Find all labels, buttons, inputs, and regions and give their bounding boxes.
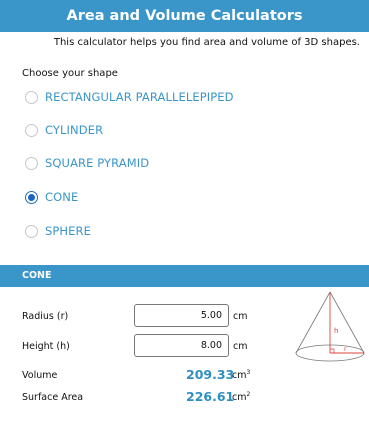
cone-diagram: h r bbox=[295, 291, 365, 362]
shape-option-sphere[interactable]: SPHERE bbox=[25, 221, 91, 241]
shape-option-cylinder[interactable]: CYLINDER bbox=[25, 120, 103, 140]
height-unit: cm bbox=[233, 341, 248, 352]
radio-rectangular-parallelepiped[interactable] bbox=[25, 90, 38, 104]
volume-unit: cm3 bbox=[232, 369, 251, 382]
shape-option-cone[interactable]: CONE bbox=[25, 187, 78, 207]
page-subtitle: This calculator helps you find area and … bbox=[53, 37, 360, 48]
cone-height-marker: h bbox=[334, 327, 338, 335]
height-label: Height (h) bbox=[22, 341, 70, 352]
shape-option-label: RECTANGULAR PARALLELEPIPED bbox=[45, 90, 234, 104]
shape-option-label: SQUARE PYRAMID bbox=[45, 156, 150, 170]
radio-square-pyramid[interactable] bbox=[25, 156, 38, 170]
right-angle-marker bbox=[330, 348, 335, 353]
height-input[interactable] bbox=[134, 334, 229, 357]
section-header-cone: CONE bbox=[0, 265, 369, 287]
volume-value: 209.33 bbox=[186, 367, 235, 382]
radio-sphere[interactable] bbox=[25, 224, 38, 238]
volume-label: Volume bbox=[22, 370, 58, 381]
radius-input[interactable] bbox=[134, 304, 229, 327]
radius-label: Radius (r) bbox=[22, 311, 69, 322]
surface-area-label: Surface Area bbox=[22, 392, 84, 403]
radio-cone[interactable] bbox=[25, 190, 38, 204]
shape-option-label: SPHERE bbox=[45, 224, 92, 238]
surface-area-value: 226.61 bbox=[186, 389, 235, 404]
choose-shape-label: Choose your shape bbox=[22, 68, 118, 79]
shape-option-rectangular-parallelepiped[interactable]: RECTANGULAR PARALLELEPIPED bbox=[25, 87, 234, 107]
surface-area-unit: cm2 bbox=[232, 391, 251, 404]
shape-option-label: CONE bbox=[45, 190, 79, 204]
shape-option-label: CYLINDER bbox=[45, 123, 104, 137]
page-title: Area and Volume Calculators bbox=[0, 0, 369, 32]
cone-side-right bbox=[329, 291, 365, 354]
cone-side-left bbox=[295, 291, 331, 354]
radio-cylinder[interactable] bbox=[25, 123, 38, 137]
cone-radius-marker: r bbox=[344, 346, 347, 353]
shape-option-square-pyramid[interactable]: SQUARE PYRAMID bbox=[25, 153, 149, 173]
radius-unit: cm bbox=[233, 311, 248, 322]
